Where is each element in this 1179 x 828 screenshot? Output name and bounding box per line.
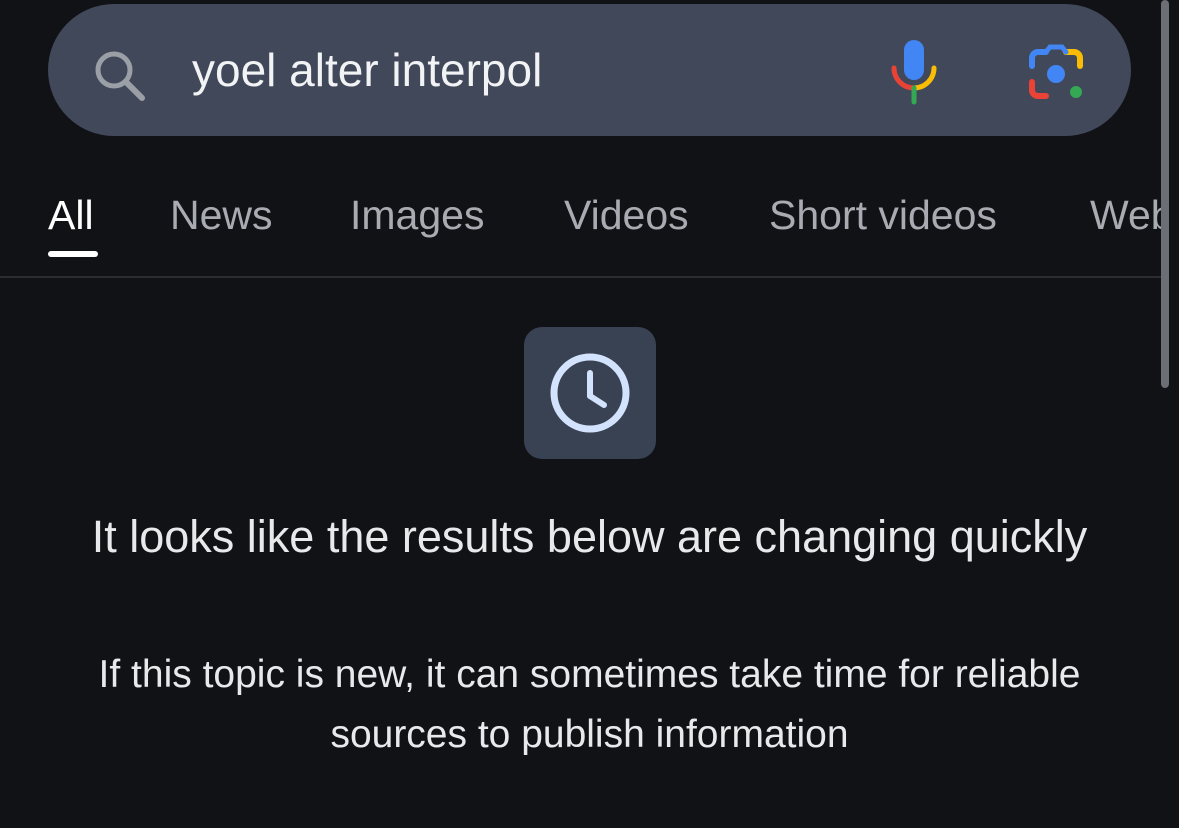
scrollbar[interactable] (1161, 0, 1169, 388)
tab-images[interactable]: Images (350, 192, 484, 238)
search-input[interactable]: yoel alter interpol (192, 42, 542, 98)
notice-icon-container (524, 327, 656, 459)
tab-web[interactable]: Web (1090, 192, 1165, 238)
lens-camera-icon[interactable] (1026, 44, 1086, 104)
tab-videos[interactable]: Videos (564, 192, 689, 238)
notice-body: If this topic is new, it can sometimes t… (98, 653, 1081, 756)
tab-news[interactable]: News (170, 192, 273, 238)
search-icon[interactable] (90, 46, 148, 104)
tab-all[interactable]: All (48, 192, 94, 238)
microphone-icon[interactable] (886, 38, 942, 106)
active-tab-indicator (48, 251, 98, 257)
search-tabs: All News Images Videos Short videos Web (0, 168, 1165, 278)
search-bar[interactable]: yoel alter interpol (48, 4, 1131, 136)
clock-icon (550, 353, 630, 433)
tab-short-videos[interactable]: Short videos (769, 192, 997, 238)
search-results-page: yoel alter interpol All News Images Vide… (0, 0, 1179, 828)
notice-title: It looks like the results below are chan… (91, 511, 1088, 562)
